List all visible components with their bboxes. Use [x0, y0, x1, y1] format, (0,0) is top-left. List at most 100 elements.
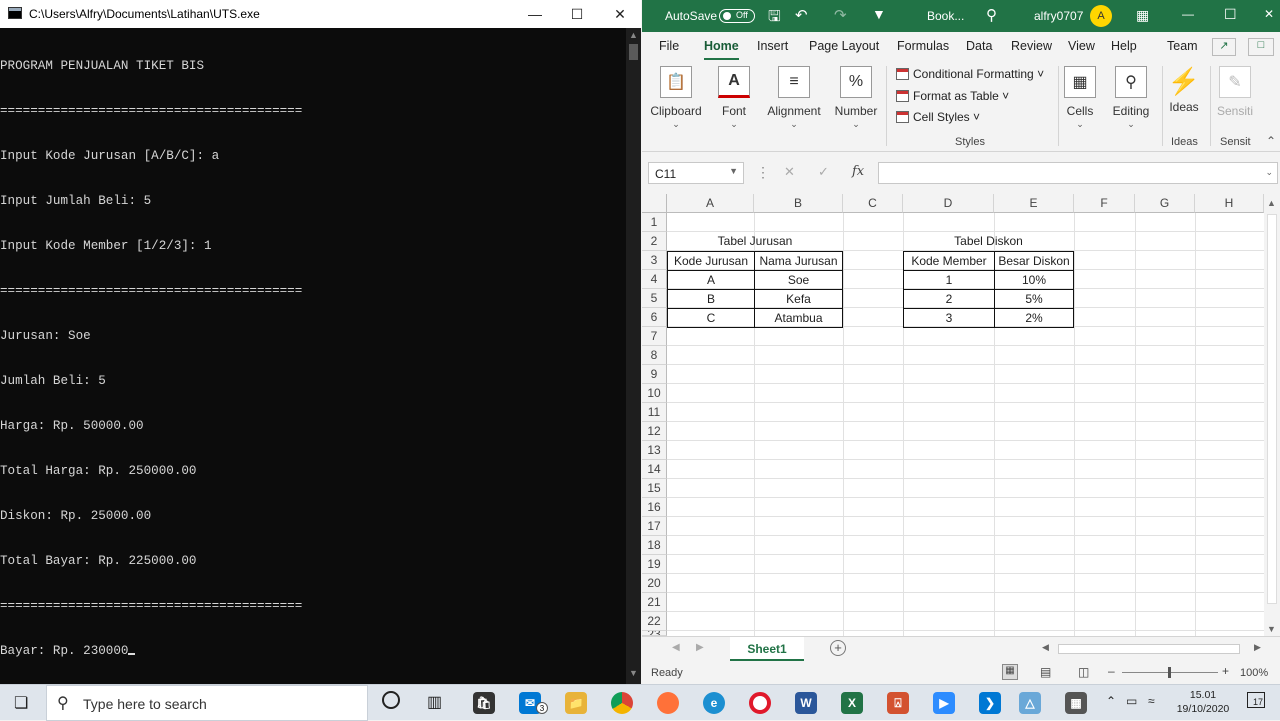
store-icon[interactable]: 🛍: [473, 692, 495, 714]
scroll-up-icon[interactable]: ▲: [1267, 198, 1276, 208]
row-header[interactable]: 18: [642, 536, 667, 555]
row-header[interactable]: 12: [642, 422, 667, 441]
scroll-down-icon[interactable]: ▼: [1267, 624, 1276, 634]
minimize-icon[interactable]: —: [1182, 7, 1194, 21]
excel-icon[interactable]: X: [841, 692, 863, 714]
table-cell[interactable]: Kefa: [754, 289, 843, 309]
notification-center-icon[interactable]: 17: [1247, 692, 1265, 708]
clock[interactable]: 15.01 19/10/2020: [1168, 688, 1238, 716]
insert-function-icon[interactable]: fx: [852, 164, 864, 179]
table-cell[interactable]: 3: [903, 308, 995, 328]
horizontal-scroll-thumb[interactable]: [1058, 644, 1240, 654]
start-windows-icon[interactable]: ❏: [14, 693, 28, 713]
row-header[interactable]: 14: [642, 460, 667, 479]
maximize-icon[interactable]: ☐: [555, 0, 599, 28]
console-scrollbar[interactable]: ▲ ▼: [626, 28, 641, 684]
undo-icon[interactable]: ↶: [795, 6, 808, 24]
row-header[interactable]: 20: [642, 574, 667, 593]
console-icon[interactable]: ▦: [1065, 692, 1087, 714]
table-cell[interactable]: 2: [903, 289, 995, 309]
table-cell[interactable]: 1: [903, 270, 995, 290]
row-header[interactable]: 16: [642, 498, 667, 517]
tab-data[interactable]: Data: [966, 39, 992, 59]
tab-insert[interactable]: Insert: [757, 39, 788, 59]
chrome-icon[interactable]: [611, 692, 633, 714]
table-cell[interactable]: 10%: [994, 270, 1074, 290]
task-view-icon[interactable]: ▥: [427, 692, 442, 712]
tabel-diskon-title[interactable]: Tabel Diskon: [903, 232, 1074, 251]
photos-icon[interactable]: △: [1019, 692, 1041, 714]
tab-team[interactable]: Team: [1167, 39, 1198, 59]
avatar[interactable]: A: [1090, 5, 1112, 27]
table-header-cell[interactable]: Kode Member: [903, 251, 995, 271]
app-icon[interactable]: ⍓: [887, 692, 909, 714]
column-header[interactable]: A: [667, 194, 754, 213]
row-header[interactable]: 15: [642, 479, 667, 498]
scroll-left-icon[interactable]: ◀: [1042, 642, 1049, 653]
customize-toolbar-icon[interactable]: ▼: [872, 6, 886, 22]
table-header-cell[interactable]: Besar Diskon: [994, 251, 1074, 271]
battery-icon[interactable]: ▭: [1126, 694, 1137, 708]
scroll-thumb[interactable]: [1267, 214, 1277, 604]
firefox-icon[interactable]: [657, 692, 679, 714]
row-header[interactable]: 13: [642, 441, 667, 460]
table-cell[interactable]: B: [667, 289, 755, 309]
tab-formulas[interactable]: Formulas: [897, 39, 949, 59]
zoom-level[interactable]: 100%: [1240, 667, 1268, 679]
row-header[interactable]: 7: [642, 327, 667, 346]
zoom-slider-thumb[interactable]: [1168, 667, 1171, 678]
table-cell[interactable]: Soe: [754, 270, 843, 290]
clipboard-group[interactable]: 📋 Clipboard ⌄: [648, 60, 704, 152]
ribbon-display-icon[interactable]: ▦: [1136, 7, 1149, 24]
enter-icon[interactable]: ✓: [818, 164, 829, 180]
minimize-icon[interactable]: —: [513, 0, 557, 28]
column-header[interactable]: E: [994, 194, 1074, 213]
row-header[interactable]: 3: [642, 251, 667, 270]
conditional-formatting-button[interactable]: Conditional Formatting ˅: [896, 67, 1044, 85]
tab-help[interactable]: Help: [1111, 39, 1137, 59]
row-header[interactable]: 11: [642, 403, 667, 422]
table-cell[interactable]: A: [667, 270, 755, 290]
close-icon[interactable]: ✕: [1264, 7, 1274, 21]
share-icon[interactable]: ↗: [1212, 38, 1236, 56]
row-header[interactable]: 1: [642, 213, 667, 232]
chevron-up-icon[interactable]: ⌃: [1106, 694, 1116, 708]
table-header-cell[interactable]: Kode Jurusan: [667, 251, 755, 271]
normal-view-icon[interactable]: ▦: [1002, 664, 1018, 680]
autosave-toggle[interactable]: Off: [719, 8, 755, 23]
scroll-right-icon[interactable]: ▶: [1254, 642, 1261, 653]
font-group[interactable]: A Font ⌄: [714, 60, 754, 152]
row-header[interactable]: 5: [642, 289, 667, 308]
row-header[interactable]: 10: [642, 384, 667, 403]
column-header[interactable]: C: [843, 194, 903, 213]
file-name[interactable]: Book...: [927, 9, 964, 23]
add-sheet-icon[interactable]: +: [830, 640, 846, 656]
cells-group[interactable]: ▦ Cells ⌄: [1062, 60, 1098, 152]
next-sheet-icon[interactable]: ▶: [696, 642, 704, 653]
collapse-ribbon-icon[interactable]: ⌃: [1266, 134, 1276, 148]
close-icon[interactable]: ✕: [598, 0, 642, 28]
formula-bar-input[interactable]: ⌄: [878, 162, 1278, 184]
row-header[interactable]: 17: [642, 517, 667, 536]
tab-view[interactable]: View: [1068, 39, 1095, 59]
search-icon[interactable]: ⚲: [986, 6, 997, 24]
word-icon[interactable]: W: [795, 692, 817, 714]
console-title-bar[interactable]: C:\Users\Alfry\Documents\Latihan\UTS.exe…: [0, 0, 641, 28]
zoom-in-icon[interactable]: +: [1222, 664, 1229, 678]
row-header[interactable]: 19: [642, 555, 667, 574]
table-cell[interactable]: 5%: [994, 289, 1074, 309]
row-header[interactable]: 22: [642, 612, 667, 631]
vscode-icon[interactable]: ❯: [979, 692, 1001, 714]
column-header[interactable]: G: [1135, 194, 1195, 213]
column-header[interactable]: D: [903, 194, 994, 213]
format-as-table-button[interactable]: Format as Table ˅: [896, 89, 1009, 107]
row-header[interactable]: 6: [642, 308, 667, 327]
scroll-thumb[interactable]: [629, 44, 638, 60]
sheet-tab[interactable]: Sheet1: [730, 637, 804, 661]
row-header[interactable]: 8: [642, 346, 667, 365]
save-icon[interactable]: 🖫: [768, 6, 781, 31]
cancel-icon[interactable]: ✕: [784, 164, 795, 180]
edge-icon[interactable]: e: [703, 692, 725, 714]
editing-group[interactable]: ⚲ Editing ⌄: [1108, 60, 1154, 152]
row-header[interactable]: 21: [642, 593, 667, 612]
